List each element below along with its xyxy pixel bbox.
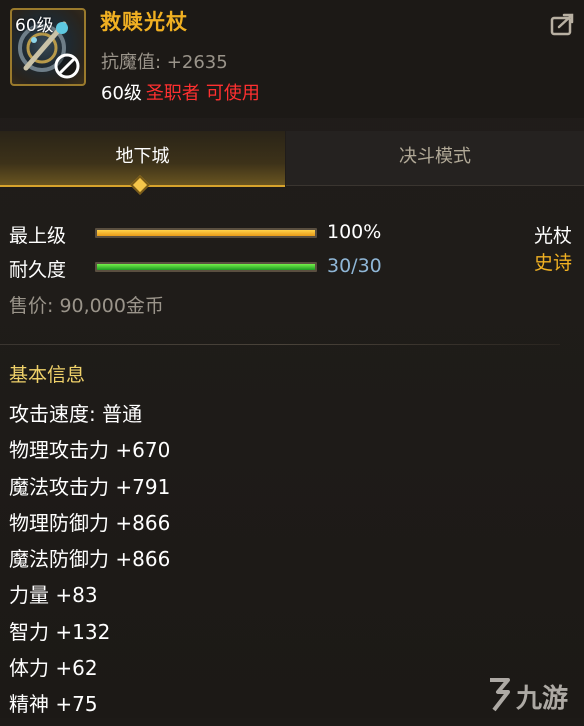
watermark-text: 九游 [516, 684, 569, 714]
section-divider [0, 344, 560, 345]
grade-bar-fill [97, 230, 315, 236]
grade-value: 100% [327, 221, 382, 243]
attribute-item: 力量 +83 [9, 583, 98, 608]
attribute-item: 精神 +75 [9, 692, 98, 717]
attribute-item: 魔法攻击力 +791 [9, 474, 171, 499]
rarity-label: 史诗 [533, 252, 572, 274]
weapon-type: 光杖 [533, 225, 572, 247]
sell-price: 售价: 90,000金币 [9, 295, 164, 317]
attribute-item: 物理防御力 +866 [9, 510, 171, 535]
attribute-list: 攻击速度: 普通 物理攻击力 +670 魔法攻击力 +791 物理防御力 +86… [9, 399, 170, 726]
jiuyou-watermark: 九游 [484, 674, 576, 714]
forbidden-icon [54, 53, 80, 79]
attribute-item: 攻击速度: 普通 [9, 402, 143, 426]
item-level-badge: 60级 [15, 16, 54, 36]
item-tooltip-panel: 60级 救赎光杖 抗魔值: +2635 60级 圣职者 可使用 地下城 决斗模式 最… [0, 0, 584, 718]
attribute-item: 体力 +62 [9, 656, 98, 681]
durability-bar-fill [97, 264, 315, 270]
share-icon[interactable] [550, 12, 576, 36]
durability-label: 耐久度 [9, 259, 67, 281]
attribute-item: 智力 +132 [9, 619, 111, 644]
item-header: 60级 救赎光杖 抗魔值: +2635 60级 圣职者 可使用 [0, 0, 584, 118]
requirement-line: 60级 圣职者 可使用 [101, 79, 260, 105]
item-name: 救赎光杖 [100, 10, 188, 34]
usable-status: 可使用 [205, 83, 260, 104]
attribute-item: 物理攻击力 +670 [9, 438, 171, 463]
jiuyou-logo-icon [490, 678, 510, 712]
durability-value: 30/30 [327, 255, 382, 277]
item-icon: 60级 [10, 8, 86, 86]
grade-label: 最上级 [9, 225, 67, 247]
magic-resist-stat: 抗魔值: +2635 [101, 52, 228, 73]
tab-duel-mode[interactable]: 决斗模式 [286, 131, 584, 186]
required-level: 60级 [101, 83, 142, 104]
attribute-item: 魔法防御力 +866 [9, 547, 171, 572]
durability-bar [95, 262, 317, 272]
required-class: 圣职者 [145, 83, 200, 104]
mode-tabs: 地下城 决斗模式 [0, 131, 584, 195]
grade-bar [95, 228, 317, 238]
basic-info-title: 基本信息 [9, 364, 86, 386]
